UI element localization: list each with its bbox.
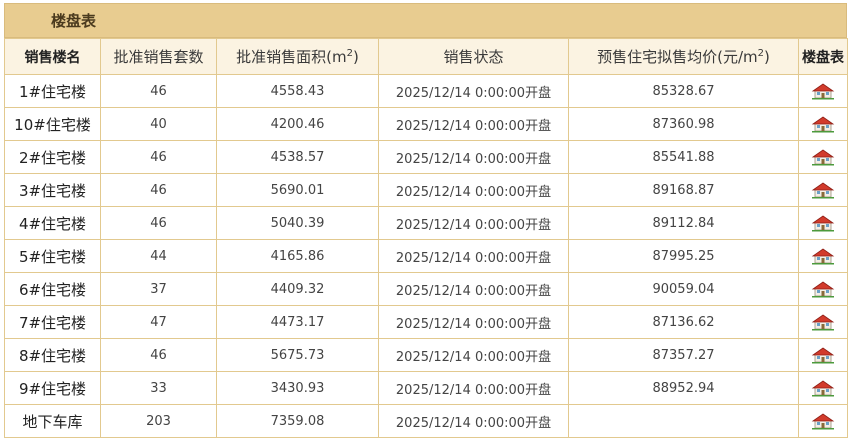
cell-building: 6#住宅楼 — [4, 272, 101, 306]
house-icon[interactable] — [811, 346, 835, 364]
cell-price: 88952.94 — [568, 371, 799, 405]
col-price: 预售住宅拟售均价(元/m2) — [568, 38, 799, 75]
col-units: 批准销售套数 — [100, 38, 217, 75]
cell-building: 9#住宅楼 — [4, 371, 101, 405]
table-row: 6#住宅楼 37 4409.32 2025/12/14 0:00:00开盘 90059.… — [4, 272, 848, 306]
cell-building: 地下车库 — [4, 404, 101, 438]
building-table: 销售楼名 批准销售套数 批准销售面积(m2) 销售状态 预售住宅拟售均价(元/m… — [4, 38, 848, 438]
house-icon[interactable] — [811, 379, 835, 397]
cell-units: 46 — [100, 74, 217, 108]
cell-plan[interactable] — [798, 404, 848, 438]
cell-status: 2025/12/14 0:00:00开盘 — [378, 305, 569, 339]
house-icon[interactable] — [811, 214, 835, 232]
table-row: 1#住宅楼 46 4558.43 2025/12/14 0:00:00开盘 85328.… — [4, 74, 848, 108]
house-icon[interactable] — [811, 313, 835, 331]
cell-area: 4200.46 — [216, 107, 379, 141]
table-row: 9#住宅楼 33 3430.93 2025/12/14 0:00:00开盘 88952.… — [4, 371, 848, 405]
cell-price: 90059.04 — [568, 272, 799, 306]
cell-building: 2#住宅楼 — [4, 140, 101, 174]
house-icon[interactable] — [811, 412, 835, 430]
cell-units: 33 — [100, 371, 217, 405]
col-area: 批准销售面积(m2) — [216, 38, 379, 75]
panel-title: 楼盘表 — [4, 3, 847, 38]
col-plan: 楼盘表 — [798, 38, 848, 75]
cell-price: 87357.27 — [568, 338, 799, 372]
cell-area: 4538.57 — [216, 140, 379, 174]
cell-status: 2025/12/14 0:00:00开盘 — [378, 404, 569, 438]
cell-plan[interactable] — [798, 206, 848, 240]
cell-units: 44 — [100, 239, 217, 273]
cell-area: 5040.39 — [216, 206, 379, 240]
cell-area: 7359.08 — [216, 404, 379, 438]
house-icon[interactable] — [811, 115, 835, 133]
house-icon[interactable] — [811, 247, 835, 265]
table-row: 10#住宅楼 40 4200.46 2025/12/14 0:00:00开盘 87360… — [4, 107, 848, 141]
cell-building: 3#住宅楼 — [4, 173, 101, 207]
cell-building: 8#住宅楼 — [4, 338, 101, 372]
cell-units: 40 — [100, 107, 217, 141]
cell-status: 2025/12/14 0:00:00开盘 — [378, 74, 569, 108]
cell-area: 4473.17 — [216, 305, 379, 339]
table-row: 8#住宅楼 46 5675.73 2025/12/14 0:00:00开盘 87357.… — [4, 338, 848, 372]
cell-status: 2025/12/14 0:00:00开盘 — [378, 206, 569, 240]
cell-building: 10#住宅楼 — [4, 107, 101, 141]
cell-area: 4558.43 — [216, 74, 379, 108]
cell-area: 5690.01 — [216, 173, 379, 207]
table-row: 2#住宅楼 46 4538.57 2025/12/14 0:00:00开盘 85541.… — [4, 140, 848, 174]
cell-building: 5#住宅楼 — [4, 239, 101, 273]
cell-plan[interactable] — [798, 107, 848, 141]
cell-building: 1#住宅楼 — [4, 74, 101, 108]
house-icon[interactable] — [811, 181, 835, 199]
cell-plan[interactable] — [798, 371, 848, 405]
cell-price: 89112.84 — [568, 206, 799, 240]
cell-units: 37 — [100, 272, 217, 306]
cell-price: 87136.62 — [568, 305, 799, 339]
cell-status: 2025/12/14 0:00:00开盘 — [378, 173, 569, 207]
cell-price: 87995.25 — [568, 239, 799, 273]
house-icon[interactable] — [811, 82, 835, 100]
table-row: 7#住宅楼 47 4473.17 2025/12/14 0:00:00开盘 87136.… — [4, 305, 848, 339]
building-list-panel: 楼盘表 销售楼名 批准销售套数 批准销售面积(m2) 销售状态 预售住宅拟售均价… — [4, 3, 848, 438]
cell-status: 2025/12/14 0:00:00开盘 — [378, 239, 569, 273]
cell-plan[interactable] — [798, 338, 848, 372]
table-row: 5#住宅楼 44 4165.86 2025/12/14 0:00:00开盘 87995.… — [4, 239, 848, 273]
cell-price: 85541.88 — [568, 140, 799, 174]
cell-plan[interactable] — [798, 173, 848, 207]
cell-price — [568, 404, 799, 438]
cell-plan[interactable] — [798, 74, 848, 108]
cell-plan[interactable] — [798, 140, 848, 174]
table-row: 4#住宅楼 46 5040.39 2025/12/14 0:00:00开盘 89112.… — [4, 206, 848, 240]
cell-status: 2025/12/14 0:00:00开盘 — [378, 338, 569, 372]
cell-units: 47 — [100, 305, 217, 339]
cell-area: 4409.32 — [216, 272, 379, 306]
cell-area: 3430.93 — [216, 371, 379, 405]
table-row: 3#住宅楼 46 5690.01 2025/12/14 0:00:00开盘 89168.… — [4, 173, 848, 207]
cell-units: 203 — [100, 404, 217, 438]
cell-price: 85328.67 — [568, 74, 799, 108]
cell-status: 2025/12/14 0:00:00开盘 — [378, 107, 569, 141]
table-row: 地下车库 203 7359.08 2025/12/14 0:00:00开盘 — [4, 404, 848, 438]
cell-units: 46 — [100, 140, 217, 174]
cell-building: 4#住宅楼 — [4, 206, 101, 240]
house-icon[interactable] — [811, 148, 835, 166]
cell-status: 2025/12/14 0:00:00开盘 — [378, 371, 569, 405]
cell-area: 5675.73 — [216, 338, 379, 372]
table-header-row: 销售楼名 批准销售套数 批准销售面积(m2) 销售状态 预售住宅拟售均价(元/m… — [4, 38, 848, 75]
cell-status: 2025/12/14 0:00:00开盘 — [378, 140, 569, 174]
cell-area: 4165.86 — [216, 239, 379, 273]
col-building: 销售楼名 — [4, 38, 101, 75]
cell-plan[interactable] — [798, 239, 848, 273]
cell-units: 46 — [100, 206, 217, 240]
cell-units: 46 — [100, 173, 217, 207]
cell-status: 2025/12/14 0:00:00开盘 — [378, 272, 569, 306]
cell-building: 7#住宅楼 — [4, 305, 101, 339]
cell-plan[interactable] — [798, 305, 848, 339]
cell-units: 46 — [100, 338, 217, 372]
cell-price: 87360.98 — [568, 107, 799, 141]
cell-price: 89168.87 — [568, 173, 799, 207]
house-icon[interactable] — [811, 280, 835, 298]
cell-plan[interactable] — [798, 272, 848, 306]
col-status: 销售状态 — [378, 38, 569, 75]
